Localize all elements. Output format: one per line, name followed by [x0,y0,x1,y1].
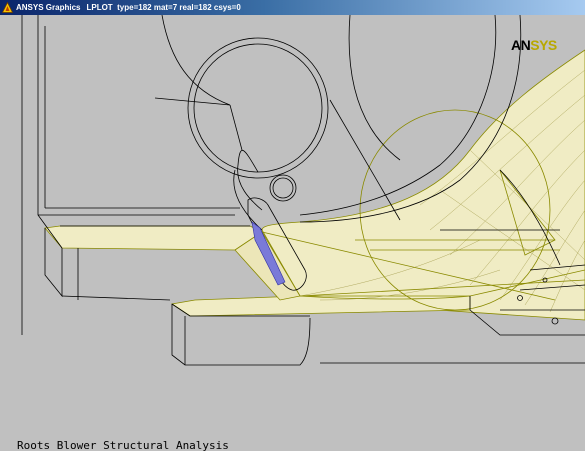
shaded-area-left-strip [44,225,263,251]
plot-caption: Roots Blower Structural Analysis [17,439,229,451]
shaded-area-lower-strip [170,295,471,317]
logo-prefix: AN [511,37,531,53]
logo-suffix: SYS [530,37,557,53]
window-title: ANSYS Graphics [16,3,81,12]
shaded-area-main [261,49,585,321]
plot-status-line: LPLOT type=182 mat=7 real=182 csys=0 [86,3,241,12]
ansys-triangle-icon [2,2,13,13]
title-bar[interactable]: ANSYS Graphics LPLOT type=182 mat=7 real… [0,0,585,15]
ansys-logo: ANSYS [511,37,557,53]
model-wireframe [21,15,585,366]
ansys-graphics-window: ANSYS Graphics LPLOT type=182 mat=7 real… [0,0,585,451]
graphics-viewport[interactable]: ANSYS Roots Blower Structural Analysis [0,15,585,451]
